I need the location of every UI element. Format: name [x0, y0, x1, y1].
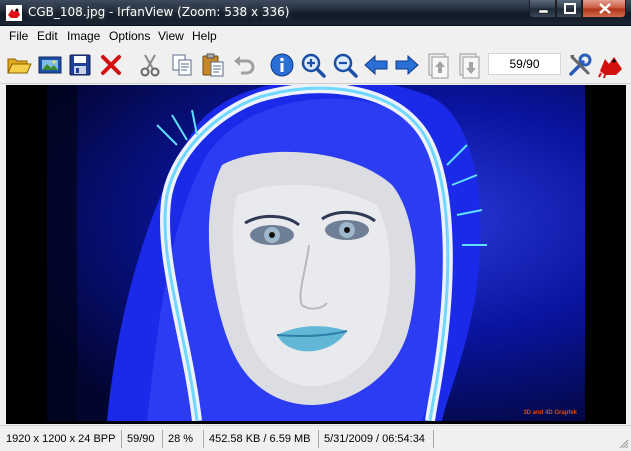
- menu-edit[interactable]: Edit: [37, 29, 58, 43]
- menu-help[interactable]: Help: [192, 29, 217, 43]
- menu-image[interactable]: Image: [67, 29, 100, 43]
- menu-view[interactable]: View: [158, 29, 184, 43]
- minimize-icon: [538, 9, 549, 14]
- zoom-in-icon: [301, 53, 326, 78]
- settings-tools-icon: [569, 53, 592, 76]
- zoom-out-icon: [333, 53, 358, 78]
- save-icon: [69, 54, 91, 76]
- open-button[interactable]: [5, 51, 33, 79]
- image-viewport[interactable]: 3D and 4D Graphik: [6, 85, 626, 424]
- next-image-button[interactable]: [393, 51, 421, 79]
- window-title: CGB_108.jpg - IrfanView (Zoom: 538 x 336…: [28, 5, 290, 19]
- image-counter-field[interactable]: 59/90: [488, 53, 561, 75]
- cut-icon: [140, 54, 160, 77]
- copy-button[interactable]: [168, 51, 196, 79]
- app-icon: [6, 5, 22, 21]
- maximize-icon: [564, 3, 576, 14]
- displayed-image[interactable]: 3D and 4D Graphik: [47, 85, 585, 421]
- hooded-woman-portrait: [47, 85, 487, 421]
- status-zoom: 28 %: [168, 433, 194, 445]
- first-image-button[interactable]: [424, 51, 452, 79]
- status-index: 59/90: [127, 433, 155, 445]
- about-button[interactable]: [597, 51, 625, 79]
- last-image-icon: [459, 53, 480, 79]
- save-button[interactable]: [66, 51, 94, 79]
- paste-icon: [202, 53, 224, 77]
- status-divider: [318, 430, 319, 448]
- status-divider: [203, 430, 204, 448]
- resize-grip-icon[interactable]: [619, 439, 629, 449]
- info-icon: [270, 53, 294, 77]
- status-filesize: 452.58 KB / 6.59 MB: [209, 433, 311, 445]
- previous-image-button[interactable]: [362, 51, 390, 79]
- minimize-button[interactable]: [529, 0, 556, 18]
- close-button[interactable]: [582, 0, 626, 18]
- slideshow-icon: [38, 56, 62, 74]
- cut-button[interactable]: [136, 51, 164, 79]
- menu-file[interactable]: File: [9, 29, 28, 43]
- status-divider: [162, 430, 163, 448]
- toolbar: 59/90: [0, 46, 631, 84]
- undo-icon: [234, 56, 255, 75]
- watermark-text: 3D and 4D Graphik: [523, 410, 577, 416]
- delete-button[interactable]: [97, 51, 125, 79]
- menu-bar: File Edit Image Options View Help: [0, 26, 631, 46]
- copy-icon: [172, 54, 192, 76]
- status-dimensions: 1920 x 1200 x 24 BPP: [6, 433, 116, 445]
- settings-button[interactable]: [566, 51, 594, 79]
- close-icon: [599, 3, 611, 14]
- irfanview-window: CGB_108.jpg - IrfanView (Zoom: 538 x 336…: [0, 0, 631, 451]
- irfanview-cat-icon: [598, 57, 622, 79]
- title-bar[interactable]: CGB_108.jpg - IrfanView (Zoom: 538 x 336…: [0, 0, 631, 26]
- undo-button[interactable]: [230, 51, 258, 79]
- maximize-button[interactable]: [556, 0, 582, 18]
- status-divider: [433, 430, 434, 448]
- status-divider: [121, 430, 122, 448]
- paste-button[interactable]: [199, 51, 227, 79]
- zoom-in-button[interactable]: [299, 51, 327, 79]
- last-image-button[interactable]: [455, 51, 483, 79]
- open-folder-icon: [7, 58, 32, 74]
- info-button[interactable]: [268, 51, 296, 79]
- menu-options[interactable]: Options: [109, 29, 150, 43]
- delete-icon: [101, 55, 121, 75]
- status-bar: 1920 x 1200 x 24 BPP 59/90 28 % 452.58 K…: [0, 425, 631, 451]
- previous-arrow-icon: [364, 54, 388, 76]
- next-arrow-icon: [395, 54, 419, 76]
- first-image-icon: [428, 53, 449, 79]
- slideshow-button[interactable]: [36, 51, 64, 79]
- zoom-out-button[interactable]: [331, 51, 359, 79]
- status-datetime: 5/31/2009 / 06:54:34: [324, 433, 425, 445]
